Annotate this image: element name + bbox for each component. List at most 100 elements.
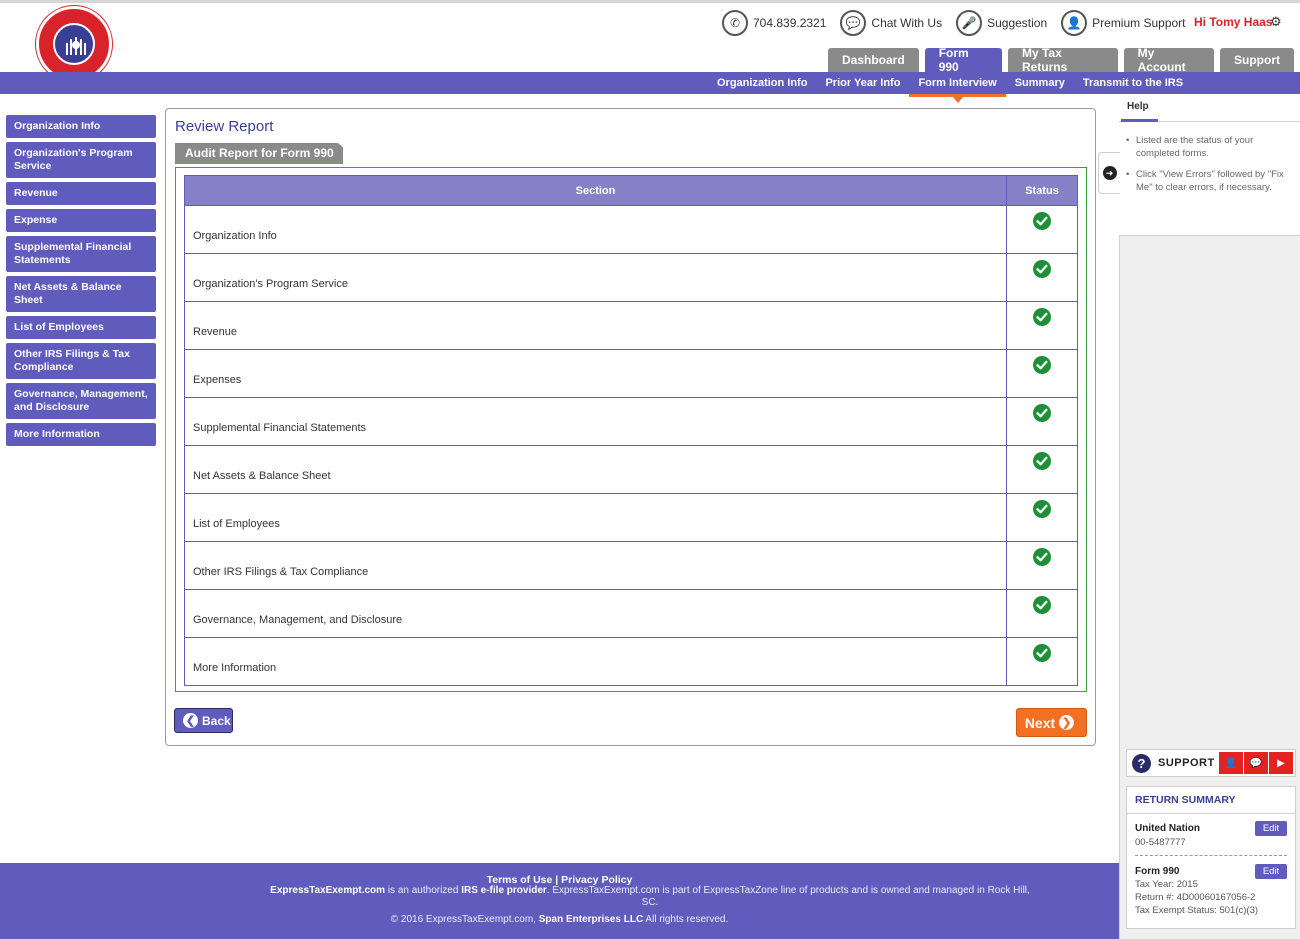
sidebar-item-irs-filings[interactable]: Other IRS Filings & Tax Compliance — [6, 343, 156, 379]
section-sidebar: Organization Info Organization's Program… — [6, 115, 156, 450]
help-tab[interactable]: Help — [1127, 101, 1149, 112]
section-name: Governance, Management, and Disclosure — [184, 589, 1007, 638]
review-report-panel: Review Report Audit Report for Form 990 … — [165, 108, 1096, 746]
arrow-left-icon: ❮ — [183, 713, 198, 728]
video-support-icon[interactable]: ▶ — [1269, 752, 1293, 774]
table-row: Net Assets & Balance Sheet — [184, 445, 1078, 494]
phone-link[interactable]: ✆ 704.839.2321 — [722, 10, 826, 36]
section-name: Expenses — [184, 349, 1007, 398]
chat-support-icon[interactable]: 💬 — [1244, 752, 1268, 774]
check-circle-icon — [1033, 500, 1051, 518]
status-cell — [1006, 301, 1078, 350]
user-support-icon: 👤 — [1061, 10, 1088, 36]
footer-site-name: ExpressTaxExempt.com — [270, 885, 386, 896]
sidebar-item-supplemental[interactable]: Supplemental Financial Statements — [6, 236, 156, 272]
chat-icon: 💬 — [840, 10, 867, 36]
section-name: Net Assets & Balance Sheet — [184, 445, 1007, 494]
status-cell — [1006, 397, 1078, 446]
section-name: Organization's Program Service — [184, 253, 1007, 302]
section-name: Organization Info — [184, 205, 1007, 254]
page-title: Review Report — [175, 118, 274, 135]
section-name: Other IRS Filings & Tax Compliance — [184, 541, 1007, 590]
footer-about: ExpressTaxExempt.com is an authorized IR… — [270, 885, 1030, 909]
arrow-right-circle-icon: ➜ — [1102, 166, 1117, 180]
sidebar-item-employees[interactable]: List of Employees — [6, 316, 156, 339]
table-row: List of Employees — [184, 493, 1078, 542]
section-name: More Information — [184, 637, 1007, 686]
check-circle-icon — [1033, 548, 1051, 566]
check-circle-icon — [1033, 452, 1051, 470]
suggestion-link[interactable]: 🎤 Suggestion — [956, 10, 1047, 36]
chat-link[interactable]: 💬 Chat With Us — [840, 10, 942, 36]
tab-form-990[interactable]: Form 990 — [924, 46, 1002, 74]
status-cell — [1006, 493, 1078, 542]
status-cell — [1006, 541, 1078, 590]
table-row: Revenue — [184, 301, 1078, 350]
section-name: Supplemental Financial Statements — [184, 397, 1007, 446]
subtab-summary[interactable]: Summary — [1006, 72, 1074, 94]
section-column-header: Section — [184, 175, 1007, 206]
suggestion-label: Suggestion — [987, 16, 1048, 30]
table-row: More Information — [184, 637, 1078, 686]
sub-tabs: Organization Info Prior Year Info Form I… — [708, 72, 1192, 103]
footer-text-a: is an authorized — [385, 885, 462, 896]
help-list: Listed are the status of your completed … — [1126, 134, 1286, 202]
brand-logo[interactable] — [36, 6, 112, 82]
organization-ein: 00-5487777 — [1135, 837, 1186, 848]
footer: Terms of Use | Privacy Policy ExpressTax… — [0, 863, 1119, 939]
sidebar-item-revenue[interactable]: Revenue — [6, 182, 156, 205]
sidebar-item-governance[interactable]: Governance, Management, and Disclosure — [6, 383, 156, 419]
user-greeting[interactable]: Hi Tomy Haas — [1194, 15, 1272, 29]
status-cell — [1006, 589, 1078, 638]
support-buttons: 👤 💬 ▶ — [1219, 752, 1294, 774]
subtab-organization-info[interactable]: Organization Info — [708, 72, 816, 94]
main-tabs: Dashboard Form 990 My Tax Returns My Acc… — [828, 46, 1300, 74]
sidebar-item-more-information[interactable]: More Information — [6, 423, 156, 446]
sidebar-item-net-assets[interactable]: Net Assets & Balance Sheet — [6, 276, 156, 312]
copyright-text-a: © 2016 ExpressTaxExempt.com, — [390, 914, 539, 925]
premium-support-link[interactable]: 👤 Premium Support — [1061, 10, 1186, 36]
tax-exempt-status: Tax Exempt Status: 501(c)(3) — [1135, 905, 1259, 916]
chat-label: Chat With Us — [871, 16, 943, 30]
edit-organization-button[interactable]: Edit — [1255, 821, 1287, 836]
phone-number: 704.839.2321 — [753, 16, 827, 30]
tab-dashboard[interactable]: Dashboard — [828, 48, 919, 72]
sidebar-item-program-service[interactable]: Organization's Program Service — [6, 142, 156, 178]
footer-copyright: © 2016 ExpressTaxExempt.com, Span Enterp… — [0, 914, 1119, 925]
tab-my-account[interactable]: My Account — [1123, 46, 1214, 74]
question-icon: ? — [1132, 754, 1151, 773]
check-circle-icon — [1033, 212, 1051, 230]
audit-report-ribbon: Audit Report for Form 990 — [175, 143, 343, 164]
subtab-form-interview[interactable]: Form Interview — [909, 72, 1006, 103]
check-circle-icon — [1033, 260, 1051, 278]
check-circle-icon — [1033, 644, 1051, 662]
status-cell — [1006, 205, 1078, 254]
subtab-prior-year-info[interactable]: Prior Year Info — [816, 72, 909, 94]
help-item: Click "View Errors" followed by "Fix Me"… — [1126, 168, 1286, 194]
back-button[interactable]: ❮ Back — [174, 708, 233, 733]
table-row: Supplemental Financial Statements — [184, 397, 1078, 446]
next-button[interactable]: Next ❯ — [1016, 708, 1087, 737]
gear-icon[interactable]: ⚙ — [1270, 14, 1282, 30]
edit-form-button[interactable]: Edit — [1255, 864, 1287, 879]
help-item: Listed are the status of your completed … — [1126, 134, 1286, 160]
check-circle-icon — [1033, 404, 1051, 422]
help-toggle-button[interactable]: ➜ — [1098, 152, 1120, 194]
microphone-icon: 🎤 — [956, 10, 983, 36]
table-row: Other IRS Filings & Tax Compliance — [184, 541, 1078, 590]
form-name: Form 990 — [1135, 866, 1180, 877]
sidebar-item-expense[interactable]: Expense — [6, 209, 156, 232]
check-circle-icon — [1033, 356, 1051, 374]
tab-support[interactable]: Support — [1220, 48, 1294, 72]
return-summary-title: RETURN SUMMARY — [1127, 787, 1295, 814]
support-label: SUPPORT — [1158, 757, 1215, 769]
audit-table: Section Status Organization Info Organiza… — [184, 175, 1078, 686]
sidebar-item-organization-info[interactable]: Organization Info — [6, 115, 156, 138]
summary-divider — [1135, 855, 1287, 856]
person-support-icon[interactable]: 👤 — [1219, 752, 1243, 774]
subtab-transmit[interactable]: Transmit to the IRS — [1074, 72, 1192, 94]
footer-text-b: . ExpressTaxExempt.com is part of Expres… — [546, 885, 1030, 908]
arrow-right-icon: ❯ — [1059, 715, 1075, 730]
tab-my-tax-returns[interactable]: My Tax Returns — [1007, 46, 1118, 74]
phone-icon: ✆ — [722, 10, 748, 36]
